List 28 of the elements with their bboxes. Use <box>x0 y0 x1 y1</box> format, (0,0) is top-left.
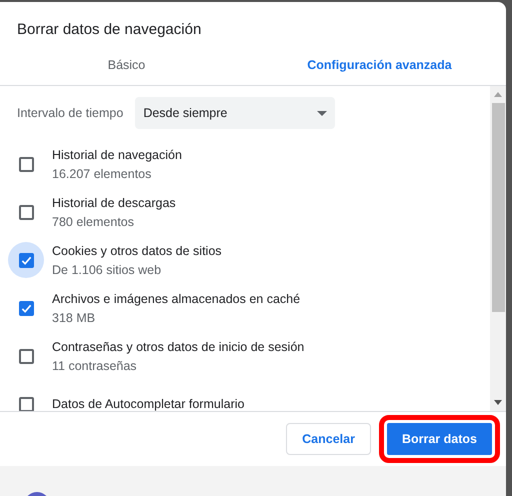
option-label: Datos de Autocompletar formulario <box>52 396 244 411</box>
time-range-label: Intervalo de tiempo <box>17 106 124 120</box>
checkbox[interactable] <box>18 300 34 316</box>
tab[interactable]: Configuración avanzada <box>253 45 506 85</box>
tab[interactable]: Básico <box>0 45 253 85</box>
option-label: Historial de navegación <box>52 148 182 162</box>
cancel-button[interactable]: Cancelar <box>286 423 371 455</box>
option-label: Archivos e imágenes almacenados en caché <box>52 292 300 306</box>
option-detail: 16.207 elementos <box>52 166 152 180</box>
option-detail: De 1.106 sitios web <box>52 262 162 276</box>
clear-data-button[interactable]: Borrar datos <box>386 423 492 455</box>
checkbox[interactable] <box>18 156 34 172</box>
option-detail: 318 MB <box>52 310 96 324</box>
dialog-title: Borrar datos de navegación <box>16 20 202 40</box>
scroll-down-icon[interactable] <box>494 400 502 405</box>
checkbox[interactable] <box>18 252 34 268</box>
option-label: Cookies y otros datos de sitios <box>52 244 222 258</box>
scroll-thumb[interactable] <box>492 103 504 312</box>
option-detail: 11 contraseñas <box>52 358 138 372</box>
option-label: Contraseñas y otros datos de inicio de sesión <box>52 340 304 354</box>
checkbox[interactable] <box>18 348 34 364</box>
caret-icon <box>317 110 328 116</box>
option-label: Historial de descargas <box>52 196 176 210</box>
scrollbar[interactable] <box>490 86 506 411</box>
option-detail: 780 elementos <box>52 214 136 228</box>
time-range-dropdown[interactable]: Desde siempre <box>135 97 336 129</box>
checkbox[interactable] <box>18 204 34 220</box>
checkbox[interactable] <box>18 396 34 411</box>
